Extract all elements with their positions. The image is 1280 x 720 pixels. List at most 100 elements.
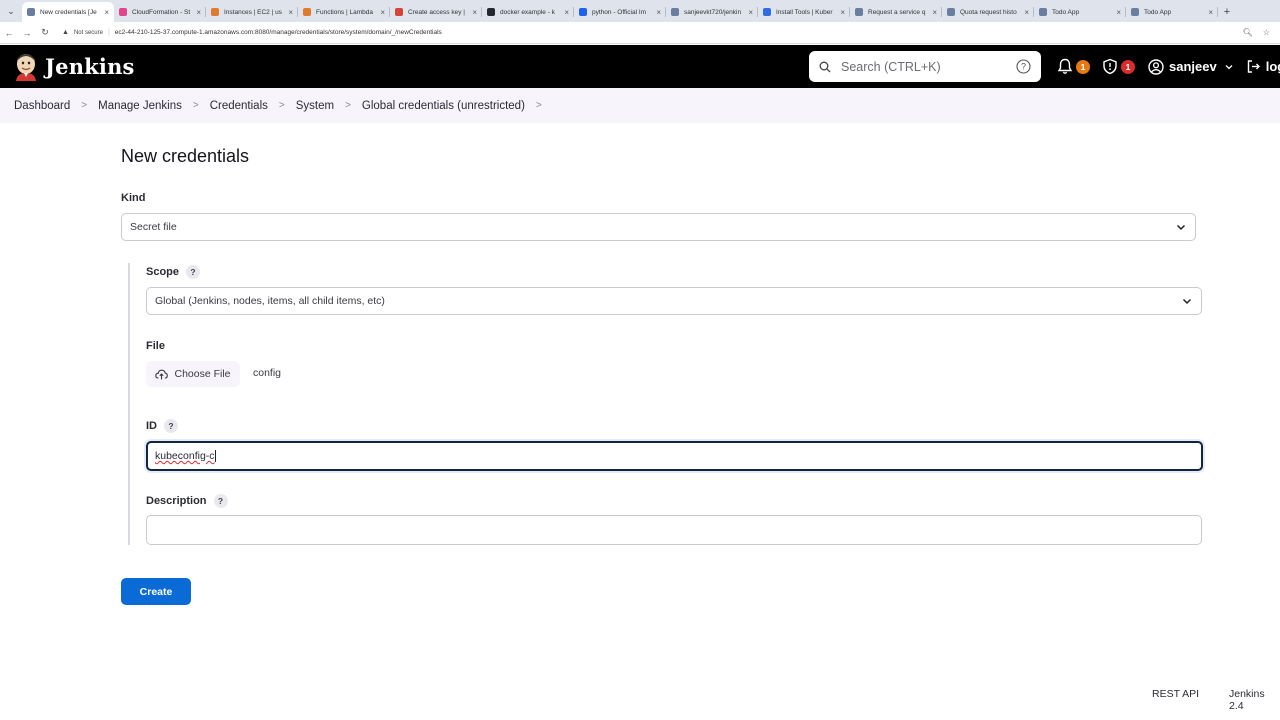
description-input[interactable]: [146, 515, 1202, 545]
help-circle-icon[interactable]: ?: [1016, 59, 1031, 74]
breadcrumb-credentials[interactable]: Credentials: [210, 100, 268, 112]
warning-icon: ▲: [62, 29, 69, 36]
create-button[interactable]: Create: [121, 578, 191, 605]
breadcrumb-system[interactable]: System: [296, 100, 334, 112]
user-icon: [1148, 58, 1164, 75]
browser-tab[interactable]: sanjeevkt720/jenkin ×: [666, 2, 758, 22]
tab-title: Install Tools | Kuber: [776, 8, 833, 16]
browser-tab[interactable]: docker example - k ×: [482, 2, 574, 22]
file-label-text: File: [146, 340, 165, 352]
chevron-down-icon: [1176, 224, 1186, 231]
jenkins-version-link[interactable]: Jenkins 2.4: [1229, 688, 1280, 712]
not-secure-label: Not secure: [73, 29, 103, 36]
security-button[interactable]: 1: [1102, 58, 1135, 75]
scope-help-icon[interactable]: ?: [186, 265, 201, 279]
tab-close-icon[interactable]: ×: [196, 8, 201, 17]
tab-close-icon[interactable]: ×: [564, 8, 569, 17]
jenkins-butler-icon: [16, 53, 36, 81]
security-badge: 1: [1121, 59, 1135, 74]
breadcrumb: Dashboard > Manage Jenkins > Credentials…: [0, 88, 1280, 123]
browser-tab[interactable]: Install Tools | Kuber ×: [758, 2, 850, 22]
search-box[interactable]: Search (CTRL+K) ?: [809, 51, 1041, 82]
browser-tab[interactable]: python - Official Im ×: [574, 2, 666, 22]
breadcrumb-chevron-icon: >: [278, 100, 285, 111]
logout-label: log: [1265, 59, 1280, 74]
tab-close-icon[interactable]: ×: [288, 8, 293, 17]
browser-tab[interactable]: Todo App ×: [1034, 2, 1126, 22]
tab-close-icon[interactable]: ×: [1116, 8, 1121, 17]
tab-close-icon[interactable]: ×: [380, 8, 385, 17]
forward-icon[interactable]: →: [18, 28, 36, 38]
description-help-icon[interactable]: ?: [213, 494, 228, 508]
breadcrumb-manage-jenkins[interactable]: Manage Jenkins: [98, 100, 182, 112]
browser-tab[interactable]: Quota request histo ×: [942, 2, 1034, 22]
page-title: New credentials: [121, 146, 250, 166]
browser-tab[interactable]: Todo App ×: [1126, 2, 1218, 22]
id-input[interactable]: kubeconfig-c: [146, 441, 1203, 471]
bell-icon: [1057, 58, 1073, 74]
browser-tab[interactable]: Instances | EC2 | us ×: [206, 2, 298, 22]
tab-title: Request a service q: [868, 8, 926, 16]
logout-icon: [1247, 60, 1260, 73]
kind-select[interactable]: Secret file: [121, 213, 1196, 241]
scope-select[interactable]: Global (Jenkins, nodes, items, all child…: [146, 287, 1202, 315]
id-help-icon[interactable]: ?: [164, 419, 178, 433]
chevron-down-icon: [1225, 64, 1233, 69]
tab-close-icon[interactable]: ×: [932, 8, 937, 17]
description-label: Description ?: [146, 494, 228, 508]
id-label: ID ?: [146, 419, 178, 433]
breadcrumb-chevron-icon[interactable]: >: [536, 100, 542, 111]
browser-tab[interactable]: Request a service q ×: [850, 2, 942, 22]
tab-title: Todo App: [1144, 8, 1172, 16]
nested-section-bar: [128, 263, 130, 545]
tab-close-icon[interactable]: ×: [656, 8, 661, 17]
tab-close-icon[interactable]: ×: [472, 8, 477, 17]
search-input[interactable]: Search (CTRL+K): [841, 60, 1016, 74]
browser-tab[interactable]: CloudFormation - St ×: [114, 2, 206, 22]
tab-title: Instances | EC2 | us: [224, 8, 282, 16]
kind-label: Kind: [121, 192, 145, 204]
tab-close-icon[interactable]: ×: [748, 8, 753, 17]
description-label-text: Description: [146, 495, 207, 507]
tab-search-icon[interactable]: ⌄: [0, 0, 22, 22]
bookmark-star-icon[interactable]: ☆: [1263, 28, 1270, 37]
tab-close-icon[interactable]: ×: [1024, 8, 1029, 17]
zoom-icon[interactable]: 🔍︎: [1243, 28, 1253, 37]
notifications-button[interactable]: 1: [1057, 58, 1090, 75]
address-bar-actions: 🔍︎ ☆: [1243, 28, 1280, 37]
browser-tab[interactable]: Create access key | ×: [390, 2, 482, 22]
kind-label-text: Kind: [121, 192, 146, 204]
browser-tab[interactable]: Functions | Lambda ×: [298, 2, 390, 22]
id-label-text: ID: [146, 420, 157, 432]
user-name: sanjeev: [1169, 59, 1217, 74]
file-label: File: [146, 340, 165, 352]
tab-close-icon[interactable]: ×: [840, 8, 845, 17]
browser-tabs: New credentials [Je × CloudFormation - St ×…: [22, 2, 1218, 22]
shield-icon: [1103, 58, 1117, 75]
notifications-badge: 1: [1076, 59, 1090, 74]
browser-tab[interactable]: New credentials [Je ×: [22, 2, 114, 22]
browser-tab-strip: ⌄ New credentials [Je × CloudFormation - S…: [0, 0, 1280, 22]
upload-cloud-icon: [155, 369, 169, 379]
tab-favicon-icon: [119, 8, 127, 16]
scope-label-text: Scope: [146, 266, 180, 278]
reload-icon[interactable]: ↻: [36, 27, 54, 38]
choose-file-button[interactable]: Choose File: [146, 361, 240, 387]
tab-close-icon[interactable]: ×: [1208, 8, 1213, 17]
jenkins-logo[interactable]: Jenkins: [14, 53, 135, 81]
breadcrumb-global-credentials[interactable]: Global credentials (unrestricted): [362, 100, 525, 112]
tab-favicon-icon: [763, 8, 771, 16]
omnibox[interactable]: ▲ Not secure | ec2-44-210-125-37.compute…: [62, 29, 1243, 36]
url-text[interactable]: ec2-44-210-125-37.compute-1.amazonaws.co…: [115, 29, 442, 36]
kind-select-value: Secret file: [130, 221, 177, 233]
logo-text: Jenkins: [45, 54, 135, 79]
tab-favicon-icon: [487, 8, 495, 16]
rest-api-link[interactable]: REST API: [1152, 688, 1199, 700]
new-tab-icon[interactable]: +: [1218, 2, 1236, 22]
user-menu[interactable]: sanjeev: [1148, 58, 1234, 75]
back-icon[interactable]: ←: [0, 28, 18, 38]
jenkins-header: Jenkins Search (CTRL+K) ? 1 1 sanjeev lo: [0, 45, 1280, 88]
breadcrumb-dashboard[interactable]: Dashboard: [14, 100, 70, 112]
logout-link[interactable]: log: [1246, 59, 1280, 74]
tab-close-icon[interactable]: ×: [104, 8, 109, 17]
